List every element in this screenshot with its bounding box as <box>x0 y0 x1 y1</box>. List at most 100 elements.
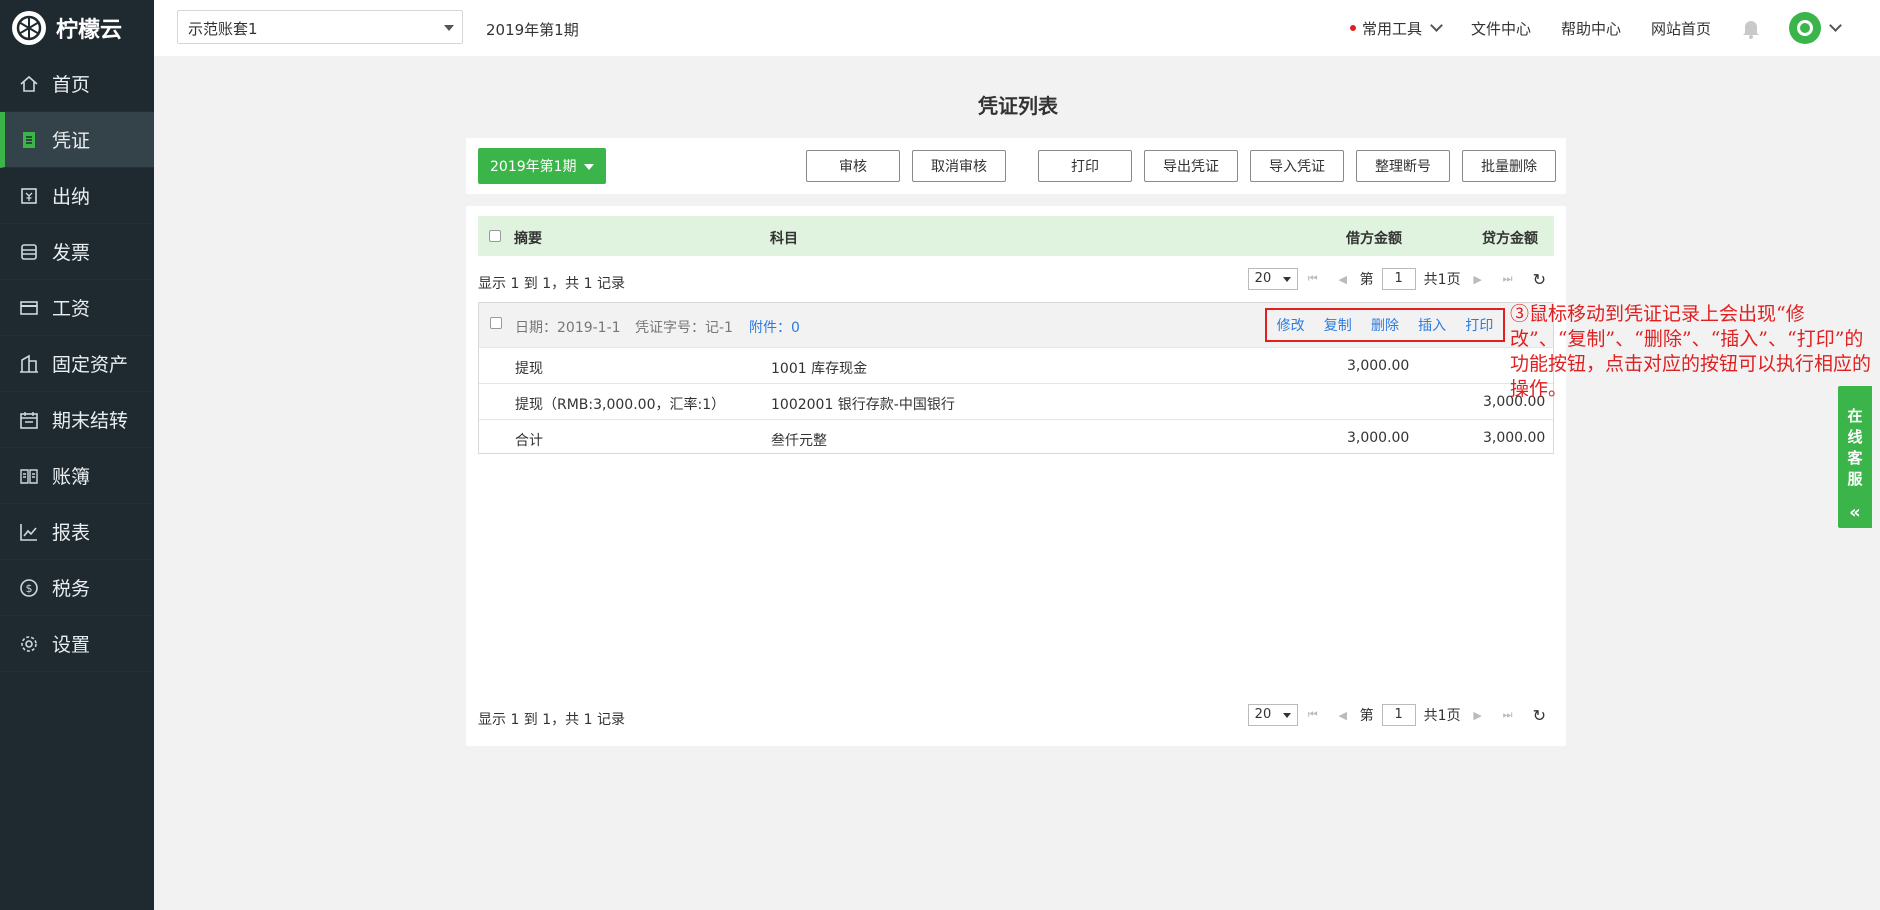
sidebar-item-home[interactable]: 首页 <box>0 56 154 112</box>
delete-link[interactable]: 删除 <box>1371 315 1399 335</box>
last-page-icon[interactable]: ⏭ <box>1493 708 1523 722</box>
period-dropdown-button[interactable]: 2019年第1期 <box>478 148 606 184</box>
sidebar-item-invoice[interactable]: 发票 <box>0 224 154 280</box>
page-size-select[interactable]: 20 <box>1247 268 1298 290</box>
copy-link[interactable]: 复制 <box>1324 315 1352 335</box>
pagination: 20 ⏮ ◀ 第 1 共1页 ▶ ⏭ ↻ <box>1247 704 1546 726</box>
voucher-number: 凭证字号：记-1 <box>635 320 733 336</box>
card-icon <box>18 297 40 319</box>
sidebar-item-salary[interactable]: 工资 <box>0 280 154 336</box>
double-chevron-left-icon: « <box>1849 502 1861 523</box>
batch-delete-button[interactable]: 批量删除 <box>1462 150 1556 182</box>
caret-down-icon <box>444 25 454 31</box>
row-debit: 3,000.00 <box>1347 430 1410 446</box>
first-page-icon[interactable]: ⏮ <box>1298 272 1328 286</box>
page-number-input[interactable]: 1 <box>1381 704 1416 726</box>
site-home-link[interactable]: 网站首页 <box>1651 18 1711 39</box>
edit-link[interactable]: 修改 <box>1277 315 1305 335</box>
book-icon <box>18 465 40 487</box>
account-select-value: 示范账套1 <box>188 20 258 38</box>
building-icon <box>18 353 40 375</box>
page-size-value: 20 <box>1254 271 1272 286</box>
voucher-actions: 修改 复制 删除 插入 打印 <box>1265 308 1505 342</box>
sidebar-item-settings[interactable]: 设置 <box>0 616 154 672</box>
file-center-link[interactable]: 文件中心 <box>1471 18 1531 39</box>
sidebar: 柠檬云 首页 凭证 出纳 发票 工资 固定资产 期末结转 账簿 报表 $ 税务 <box>0 0 154 910</box>
first-page-icon[interactable]: ⏮ <box>1298 708 1328 722</box>
refresh-icon[interactable]: ↻ <box>1533 270 1546 289</box>
header-debit: 借方金额 <box>1346 231 1402 247</box>
next-page-icon[interactable]: ▶ <box>1463 273 1493 286</box>
export-voucher-button[interactable]: 导出凭证 <box>1144 150 1238 182</box>
dollar-icon: $ <box>18 577 40 599</box>
top-bar: 示范账套1 2019年第1期 常用工具 文件中心 帮助中心 网站首页 <box>154 0 1880 56</box>
table-row: 合计 叁仟元整 3,000.00 3,000.00 <box>479 419 1553 455</box>
voucher-table: 摘要 科目 借方金额 贷方金额 显示 1 到 1，共 1 记录 20 ⏮ ◀ 第… <box>466 206 1566 746</box>
chevron-down-icon[interactable] <box>1829 19 1842 32</box>
calendar-icon <box>18 409 40 431</box>
sidebar-item-reports[interactable]: 报表 <box>0 504 154 560</box>
sidebar-item-cashier[interactable]: 出纳 <box>0 168 154 224</box>
row-summary: 提现（RMB:3,000.00，汇率:1） <box>515 397 726 413</box>
prev-page-icon[interactable]: ◀ <box>1328 273 1358 286</box>
prev-page-icon[interactable]: ◀ <box>1328 709 1358 722</box>
avatar[interactable] <box>1789 12 1821 44</box>
app-logo[interactable]: 柠檬云 <box>0 0 154 56</box>
tools-menu[interactable]: 常用工具 <box>1349 18 1443 39</box>
invoice-icon <box>18 241 40 263</box>
voucher-attachments[interactable]: 附件：0 <box>749 317 800 337</box>
sidebar-item-label: 首页 <box>52 74 91 96</box>
page-number-input[interactable]: 1 <box>1381 268 1416 290</box>
sidebar-item-label: 固定资产 <box>52 354 129 376</box>
total-pages: 共1页 <box>1423 272 1461 288</box>
caret-down-icon <box>1282 713 1291 718</box>
sidebar-item-label: 发票 <box>52 242 91 264</box>
voucher-record[interactable]: 日期：2019-1-1 凭证字号：记-1 附件：0 修改 复制 删除 插入 打印… <box>478 302 1554 454</box>
select-all-checkbox[interactable] <box>489 230 501 242</box>
sidebar-item-label: 工资 <box>52 298 91 320</box>
print-link[interactable]: 打印 <box>1465 315 1493 335</box>
help-center-link[interactable]: 帮助中心 <box>1561 18 1621 39</box>
gear-icon <box>18 633 40 655</box>
cashier-icon <box>18 185 40 207</box>
row-subject: 1002001 银行存款-中国银行 <box>771 397 955 413</box>
table-row: 提现（RMB:3,000.00，汇率:1） 1002001 银行存款-中国银行 … <box>479 383 1553 419</box>
header-subject: 科目 <box>770 231 798 247</box>
sidebar-item-fixed-assets[interactable]: 固定资产 <box>0 336 154 392</box>
row-subject: 1001 库存现金 <box>771 361 868 377</box>
sidebar-item-label: 凭证 <box>52 130 91 152</box>
bell-icon[interactable] <box>1739 16 1763 40</box>
voucher-toolbar: 2019年第1期 审核 取消审核 打印 导出凭证 导入凭证 整理断号 批量删除 <box>466 138 1566 194</box>
import-voucher-button[interactable]: 导入凭证 <box>1250 150 1344 182</box>
next-page-icon[interactable]: ▶ <box>1463 709 1493 722</box>
sidebar-item-period-close[interactable]: 期末结转 <box>0 392 154 448</box>
page-prefix: 第 <box>1359 272 1374 288</box>
sidebar-item-ledger[interactable]: 账簿 <box>0 448 154 504</box>
sidebar-item-tax[interactable]: $ 税务 <box>0 560 154 616</box>
cancel-audit-button[interactable]: 取消审核 <box>912 150 1006 182</box>
sidebar-item-label: 账簿 <box>52 466 91 488</box>
insert-link[interactable]: 插入 <box>1418 315 1446 335</box>
home-icon <box>18 73 40 95</box>
refresh-icon[interactable]: ↻ <box>1533 706 1546 725</box>
row-subject: 叁仟元整 <box>771 433 827 449</box>
page-size-select[interactable]: 20 <box>1247 704 1298 726</box>
row-debit: 3,000.00 <box>1347 358 1410 374</box>
caret-down-icon <box>584 164 594 170</box>
audit-button[interactable]: 审核 <box>806 150 900 182</box>
tutorial-annotation: ③鼠标移动到凭证记录上会出现“修改”、“复制”、“删除”、“插入”、“打印”的功… <box>1510 303 1872 400</box>
last-page-icon[interactable]: ⏭ <box>1493 272 1523 286</box>
renumber-button[interactable]: 整理断号 <box>1356 150 1450 182</box>
row-summary: 合计 <box>515 433 543 449</box>
document-icon <box>18 129 40 151</box>
sidebar-item-voucher[interactable]: 凭证 <box>0 112 154 168</box>
caret-down-icon <box>1282 277 1291 282</box>
voucher-header: 日期：2019-1-1 凭证字号：记-1 附件：0 修改 复制 删除 插入 打印 <box>479 303 1553 347</box>
voucher-checkbox[interactable] <box>490 317 502 329</box>
account-select[interactable]: 示范账套1 <box>177 10 463 44</box>
online-service-tab[interactable]: 在线客服 « <box>1838 386 1872 528</box>
svg-text:$: $ <box>26 582 33 595</box>
notification-dot-icon <box>1349 25 1356 31</box>
header-summary: 摘要 <box>514 231 542 247</box>
print-button[interactable]: 打印 <box>1038 150 1132 182</box>
